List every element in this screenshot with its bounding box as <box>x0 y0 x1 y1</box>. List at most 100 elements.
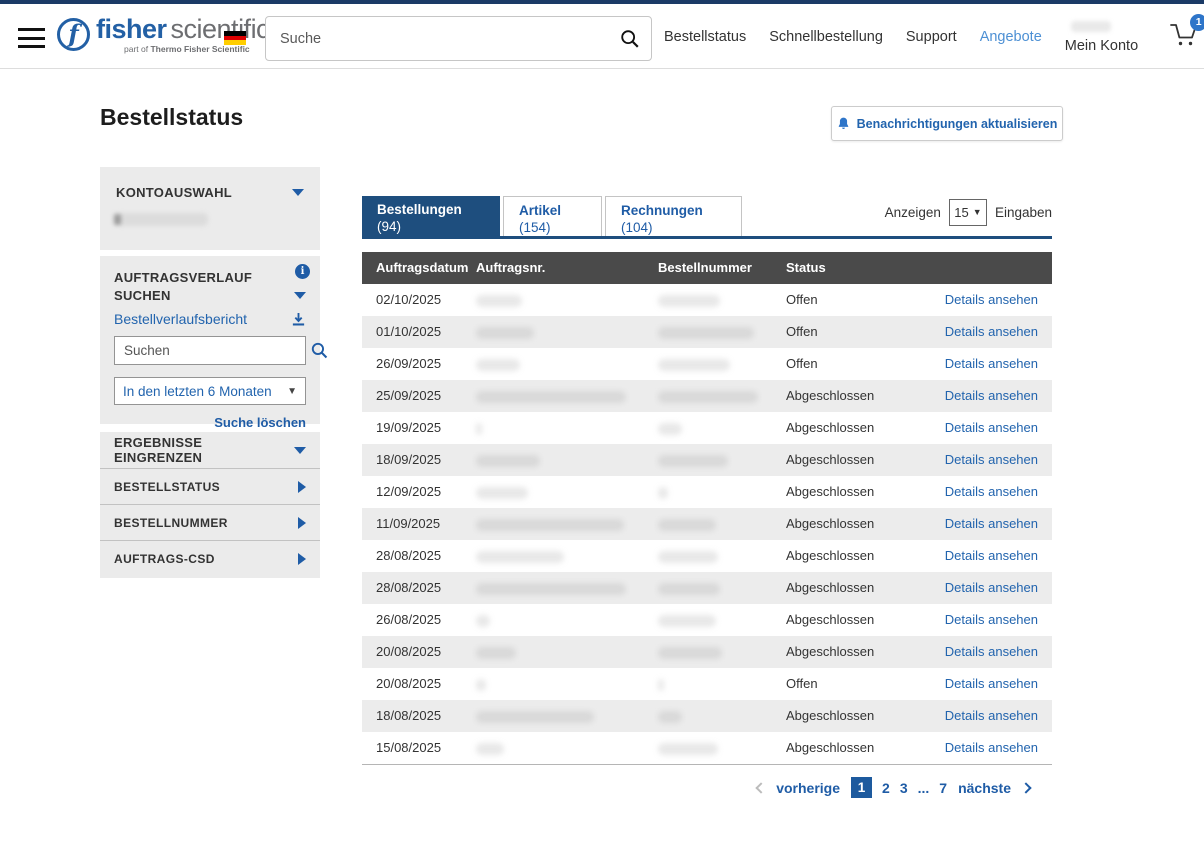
order-status: Offen <box>786 284 931 316</box>
order-status: Abgeschlossen <box>786 508 931 540</box>
orders-table: Auftragsdatum Auftragsnr. Bestellnummer … <box>362 252 1052 765</box>
pagination-next-icon[interactable] <box>1020 782 1031 793</box>
details-link[interactable]: Details ansehen <box>945 420 1038 435</box>
pagination-page-2[interactable]: 2 <box>882 780 890 796</box>
order-date: 19/09/2025 <box>362 412 476 444</box>
redacted-auftragsnr <box>476 327 534 339</box>
details-link[interactable]: Details ansehen <box>945 452 1038 467</box>
col-auftragsdatum: Auftragsdatum <box>362 252 476 284</box>
nav-bestellstatus[interactable]: Bestellstatus <box>664 29 746 45</box>
german-flag-icon[interactable] <box>224 31 246 45</box>
search-input[interactable] <box>266 31 609 47</box>
order-date: 15/08/2025 <box>362 732 476 764</box>
order-date: 25/09/2025 <box>362 380 476 412</box>
details-link[interactable]: Details ansehen <box>945 676 1038 691</box>
redacted-user-name <box>1071 21 1111 32</box>
redacted-bestellnummer <box>658 423 682 435</box>
order-date: 28/08/2025 <box>362 572 476 604</box>
order-row: 25/09/2025 Abgeschlossen Details ansehen <box>362 380 1052 412</box>
redacted-bestellnummer <box>658 519 716 531</box>
pagination-page-1[interactable]: 1 <box>851 777 872 798</box>
nav-support[interactable]: Support <box>906 29 957 45</box>
per-page-value: 15 <box>954 205 968 220</box>
per-page-select[interactable]: 15 ▼ <box>949 199 987 226</box>
filter-bestellnummer[interactable]: BESTELLNUMMER <box>100 505 320 541</box>
nav-angebote[interactable]: Angebote <box>980 29 1042 45</box>
order-row: 18/09/2025 Abgeschlossen Details ansehen <box>362 444 1052 476</box>
redacted-auftragsnr <box>476 359 520 371</box>
search-icon[interactable] <box>609 17 651 60</box>
details-link[interactable]: Details ansehen <box>945 644 1038 659</box>
details-link[interactable]: Details ansehen <box>945 612 1038 627</box>
tab-rechnungen[interactable]: Rechnungen (104) <box>605 196 742 239</box>
redacted-bestellnummer <box>658 455 728 467</box>
search-icon[interactable] <box>310 341 329 360</box>
redacted-auftragsnr <box>476 743 504 755</box>
order-row: 02/10/2025 Offen Details ansehen <box>362 284 1052 316</box>
redacted-bestellnummer <box>658 391 758 403</box>
pagination: vorherige 123...7 nächste <box>362 777 1030 798</box>
col-auftragsnr: Auftragsnr. <box>476 252 658 284</box>
orders-table-header: Auftragsdatum Auftragsnr. Bestellnummer … <box>362 252 1052 284</box>
order-row: 15/08/2025 Abgeschlossen Details ansehen <box>362 732 1052 764</box>
details-link[interactable]: Details ansehen <box>945 292 1038 307</box>
chevron-down-icon[interactable] <box>292 189 304 196</box>
order-row: 12/09/2025 Abgeschlossen Details ansehen <box>362 476 1052 508</box>
redacted-auftragsnr <box>476 679 486 691</box>
order-date: 11/09/2025 <box>362 508 476 540</box>
account-selection-panel: KONTOAUSWAHL <box>100 167 320 250</box>
order-status: Abgeschlossen <box>786 700 931 732</box>
download-icon[interactable] <box>291 312 306 327</box>
details-link[interactable]: Details ansehen <box>945 580 1038 595</box>
site-header: f fisherscientific part of Thermo Fisher… <box>0 4 1204 69</box>
per-page-control: Anzeigen 15 ▼ Eingaben <box>880 198 1052 226</box>
chevron-down-icon[interactable] <box>294 447 306 454</box>
pagination-prev-icon[interactable] <box>756 782 767 793</box>
tab-bestellungen[interactable]: Bestellungen (94) <box>362 196 500 239</box>
pagination-page-3[interactable]: 3 <box>900 780 908 796</box>
main-nav: Bestellstatus Schnellbestellung Support … <box>664 4 1199 69</box>
order-status: Abgeschlossen <box>786 444 931 476</box>
order-row: 26/09/2025 Offen Details ansehen <box>362 348 1052 380</box>
order-date: 12/09/2025 <box>362 476 476 508</box>
pagination-prev-link[interactable]: vorherige <box>776 780 840 796</box>
order-status: Abgeschlossen <box>786 540 931 572</box>
details-link[interactable]: Details ansehen <box>945 324 1038 339</box>
details-link[interactable]: Details ansehen <box>945 740 1038 755</box>
filter-auftrags-csd[interactable]: AUFTRAGS-CSD <box>100 541 320 577</box>
filter-bestellstatus[interactable]: BESTELLSTATUS <box>100 469 320 505</box>
details-link[interactable]: Details ansehen <box>945 484 1038 499</box>
account-menu[interactable]: Mein Konto <box>1065 21 1138 54</box>
chevron-down-icon[interactable] <box>294 292 306 299</box>
order-row: 19/09/2025 Abgeschlossen Details ansehen <box>362 412 1052 444</box>
order-status: Abgeschlossen <box>786 412 931 444</box>
redacted-auftragsnr <box>476 423 482 435</box>
order-status: Abgeschlossen <box>786 636 931 668</box>
pagination-next-link[interactable]: nächste <box>958 780 1011 796</box>
details-link[interactable]: Details ansehen <box>945 388 1038 403</box>
orders-table-body: 02/10/2025 Offen Details ansehen 01/10/2… <box>362 284 1052 765</box>
arrow-right-icon <box>298 481 306 493</box>
details-link[interactable]: Details ansehen <box>945 356 1038 371</box>
update-notifications-button[interactable]: Benachrichtigungen aktualisieren <box>831 106 1063 141</box>
details-link[interactable]: Details ansehen <box>945 516 1038 531</box>
date-range-select[interactable]: In den letzten 6 Monaten ▼ <box>114 377 306 405</box>
cart-button[interactable]: 1 <box>1167 20 1199 54</box>
pagination-page-7[interactable]: 7 <box>939 780 947 796</box>
redacted-auftragsnr <box>476 487 528 499</box>
redacted-bestellnummer <box>658 583 720 595</box>
order-row: 11/09/2025 Abgeschlossen Details ansehen <box>362 508 1052 540</box>
sidebar-search-input[interactable] <box>115 343 310 358</box>
info-icon[interactable]: i <box>295 264 310 279</box>
details-link[interactable]: Details ansehen <box>945 548 1038 563</box>
order-row: 28/08/2025 Abgeschlossen Details ansehen <box>362 540 1052 572</box>
tab-artikel[interactable]: Artikel (154) <box>503 196 602 239</box>
nav-mein-konto[interactable]: Mein Konto <box>1065 38 1138 54</box>
clear-search-link[interactable]: Suche löschen <box>114 415 306 430</box>
nav-schnellbestellung[interactable]: Schnellbestellung <box>769 29 883 45</box>
pagination-pages: 123...7 <box>851 777 947 798</box>
order-history-report-link[interactable]: Bestellverlaufsbericht <box>114 311 247 327</box>
redacted-bestellnummer <box>658 551 718 563</box>
menu-hamburger-icon[interactable] <box>18 28 45 48</box>
details-link[interactable]: Details ansehen <box>945 708 1038 723</box>
